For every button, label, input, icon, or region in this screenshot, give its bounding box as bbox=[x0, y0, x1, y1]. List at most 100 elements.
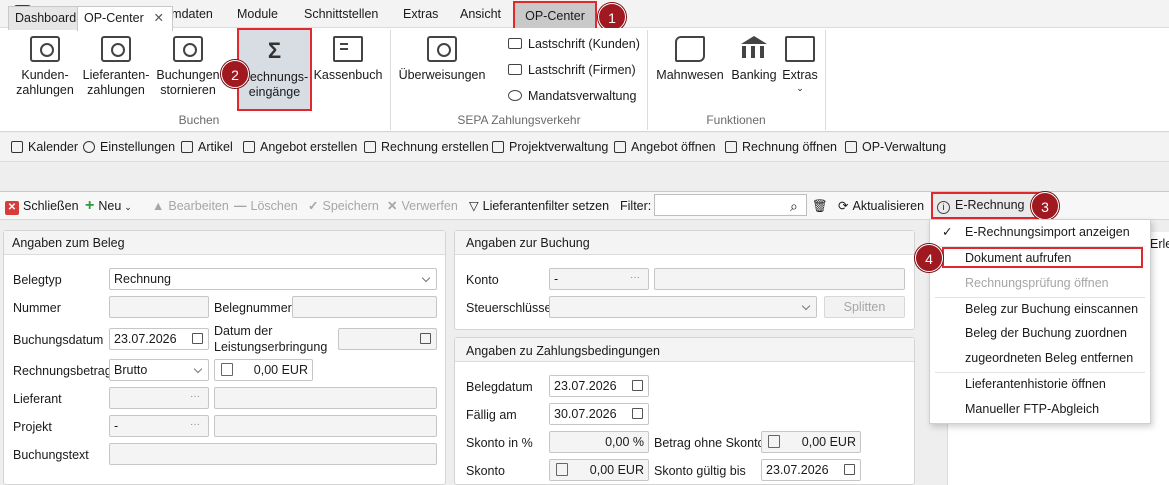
quick-rechnung-erstellen[interactable]: Rechnung erstellen bbox=[364, 133, 489, 162]
menu-item-ftp-abgleich[interactable]: Manueller FTP-Abgleich bbox=[930, 397, 1150, 422]
more-icon[interactable]: ··· bbox=[630, 269, 640, 287]
document-edit-icon bbox=[243, 141, 255, 153]
more-icon[interactable]: ··· bbox=[190, 388, 200, 406]
menu-item-beleg-zuordnen[interactable]: Beleg der Buchung zuordnen bbox=[930, 321, 1150, 346]
money-out-icon bbox=[101, 36, 131, 62]
neu-button[interactable]: + Neu ⌄ bbox=[85, 192, 132, 220]
calendar-icon[interactable] bbox=[632, 380, 643, 391]
faellig-field[interactable]: 30.07.2026 bbox=[549, 403, 649, 425]
rechnungsbetrag-value: 0,00 EUR bbox=[253, 363, 308, 377]
search-icon[interactable]: ⌕ bbox=[790, 192, 798, 220]
kassenbuch-button[interactable]: Kassenbuch bbox=[313, 28, 383, 116]
menu-extras[interactable]: Extras bbox=[403, 0, 438, 28]
mahnwesen-label: Mahnwesen bbox=[656, 68, 724, 82]
belegnummer-field[interactable] bbox=[292, 296, 437, 318]
menu-op-center[interactable]: OP-Center bbox=[513, 1, 597, 29]
konto-name-field[interactable] bbox=[654, 268, 905, 290]
steuerschluessel-select[interactable] bbox=[549, 296, 817, 318]
menu-item-beleg-einscannen[interactable]: Beleg zur Buchung einscannen bbox=[930, 297, 1150, 322]
leistungsdatum-field[interactable] bbox=[338, 328, 437, 350]
cubes-icon bbox=[785, 36, 815, 62]
ueberweisungen-button[interactable]: Überweisungen bbox=[397, 28, 487, 116]
menu-item-beleg-entfernen[interactable]: zugeordneten Beleg entfernen bbox=[930, 346, 1150, 371]
e-rechnung-label: E-Rechnung bbox=[955, 198, 1025, 212]
calendar-icon[interactable] bbox=[192, 333, 203, 344]
quick-angebot-erstellen[interactable]: Angebot erstellen bbox=[243, 133, 357, 162]
buchungsdatum-field[interactable]: 23.07.2026 bbox=[109, 328, 209, 350]
bearbeiten-button[interactable]: ▲ Bearbeiten bbox=[152, 192, 229, 220]
skonto-pct-field[interactable]: 0,00 % bbox=[549, 431, 649, 453]
skonto-field[interactable]: 0,00 EUR bbox=[549, 459, 649, 481]
schliessen-button[interactable]: ✕ Schließen bbox=[5, 192, 79, 220]
menu-item-rechnungspruefung[interactable]: Rechnungsprüfung öffnen bbox=[930, 271, 1150, 296]
quick-kalender[interactable]: Kalender bbox=[11, 133, 78, 162]
quick-op-verwaltung[interactable]: OP-Verwaltung bbox=[845, 133, 946, 162]
tab-op-center-label: OP-Center bbox=[84, 11, 144, 25]
calculator-icon[interactable] bbox=[221, 363, 233, 376]
mandatsverwaltung-button[interactable]: Mandatsverwaltung bbox=[508, 85, 636, 107]
trash-icon[interactable]: 🗑 bbox=[812, 192, 828, 220]
lieferant-name-field[interactable] bbox=[214, 387, 437, 409]
leistung-label-2: Leistungserbringung bbox=[214, 340, 328, 354]
buchungsdatum-value: 23.07.2026 bbox=[114, 332, 177, 346]
buchungstext-field[interactable] bbox=[109, 443, 437, 465]
menu-item-lieferantenhistorie[interactable]: Lieferantenhistorie öffnen bbox=[930, 372, 1150, 397]
buchungsdatum-label: Buchungsdatum bbox=[13, 333, 104, 347]
menu-module[interactable]: Module bbox=[237, 0, 278, 28]
menu-ansicht[interactable]: Ansicht bbox=[460, 0, 501, 28]
tab-op-center[interactable]: OP-Center ✕ bbox=[77, 6, 173, 31]
skonto-label: Skonto bbox=[466, 464, 505, 478]
lieferantenzahlungen-button[interactable]: Lieferanten- zahlungen bbox=[80, 28, 152, 116]
tab-dashboard[interactable]: Dashboard bbox=[8, 6, 84, 30]
e-rechnung-button[interactable]: iE-Rechnung⌄ bbox=[931, 192, 1039, 219]
calendar-icon[interactable] bbox=[420, 333, 431, 344]
plus-icon: + bbox=[85, 197, 95, 214]
close-icon[interactable]: ✕ bbox=[154, 7, 164, 29]
quick-rechnung-oeffnen[interactable]: Rechnung öffnen bbox=[725, 133, 837, 162]
banking-button[interactable]: Banking bbox=[728, 28, 780, 116]
calculator-icon[interactable] bbox=[556, 463, 568, 476]
more-icon[interactable]: ··· bbox=[190, 416, 200, 434]
rechnungsbetrag-field[interactable]: 0,00 EUR bbox=[214, 359, 313, 381]
speichern-button[interactable]: ✓ Speichern bbox=[308, 192, 379, 220]
extras-button[interactable]: Extras ⌄ bbox=[781, 28, 819, 116]
cash-icon bbox=[845, 141, 857, 153]
menu-item-import-anzeigen[interactable]: ✓ E-Rechnungsimport anzeigen bbox=[930, 220, 1150, 245]
buchungen-stornieren-button[interactable]: Buchungen stornieren bbox=[153, 28, 223, 116]
projekt-select[interactable]: - ··· bbox=[109, 415, 209, 437]
step-badge-2: 2 bbox=[221, 60, 249, 88]
calculator-icon[interactable] bbox=[768, 435, 780, 448]
kundenzahlungen-label: Kunden- zahlungen bbox=[16, 68, 74, 97]
rechnungsbetrag-label: Rechnungsbetrag bbox=[13, 364, 112, 378]
quick-angebot-oeffnen[interactable]: Angebot öffnen bbox=[614, 133, 716, 162]
skonto-gueltig-field[interactable]: 23.07.2026 bbox=[761, 459, 861, 481]
aktualisieren-button[interactable]: ⟳ Aktualisieren bbox=[838, 192, 924, 220]
kundenzahlungen-button[interactable]: Kunden- zahlungen bbox=[10, 28, 80, 116]
money-in-icon bbox=[30, 36, 60, 62]
loeschen-button[interactable]: — Löschen bbox=[234, 192, 298, 220]
quick-projektverwaltung[interactable]: Projektverwaltung bbox=[492, 133, 608, 162]
projekt-name-field[interactable] bbox=[214, 415, 437, 437]
menu-schnittstellen[interactable]: Schnittstellen bbox=[304, 0, 378, 28]
lieferant-select[interactable]: ··· bbox=[109, 387, 209, 409]
betrag-ohne-skonto-field[interactable]: 0,00 EUR bbox=[761, 431, 861, 453]
quick-einstellungen[interactable]: Einstellungen bbox=[83, 133, 175, 162]
banking-label: Banking bbox=[731, 68, 777, 82]
filter-input[interactable] bbox=[654, 194, 807, 216]
betrag-type-select[interactable]: Brutto bbox=[109, 359, 209, 381]
debit-icon bbox=[508, 38, 522, 49]
ribbon: Kunden- zahlungen Lieferanten- zahlungen… bbox=[0, 28, 1169, 132]
calendar-icon[interactable] bbox=[844, 464, 855, 475]
lastschrift-firmen-button[interactable]: Lastschrift (Firmen) bbox=[508, 59, 636, 81]
splitten-button[interactable]: Splitten bbox=[824, 296, 905, 318]
lieferantenfilter-button[interactable]: ▽ Lieferantenfilter setzen bbox=[469, 192, 609, 220]
quick-artikel[interactable]: Artikel bbox=[181, 133, 233, 162]
belegtyp-select[interactable]: Rechnung bbox=[109, 268, 437, 290]
calendar-icon[interactable] bbox=[632, 408, 643, 419]
verwerfen-button[interactable]: ✕ Verwerfen bbox=[387, 192, 458, 220]
konto-select[interactable]: - ··· bbox=[549, 268, 649, 290]
mahnwesen-button[interactable]: Mahnwesen bbox=[654, 28, 726, 116]
belegdatum-field[interactable]: 23.07.2026 bbox=[549, 375, 649, 397]
lastschrift-kunden-button[interactable]: Lastschrift (Kunden) bbox=[508, 33, 640, 55]
nummer-field[interactable] bbox=[109, 296, 209, 318]
